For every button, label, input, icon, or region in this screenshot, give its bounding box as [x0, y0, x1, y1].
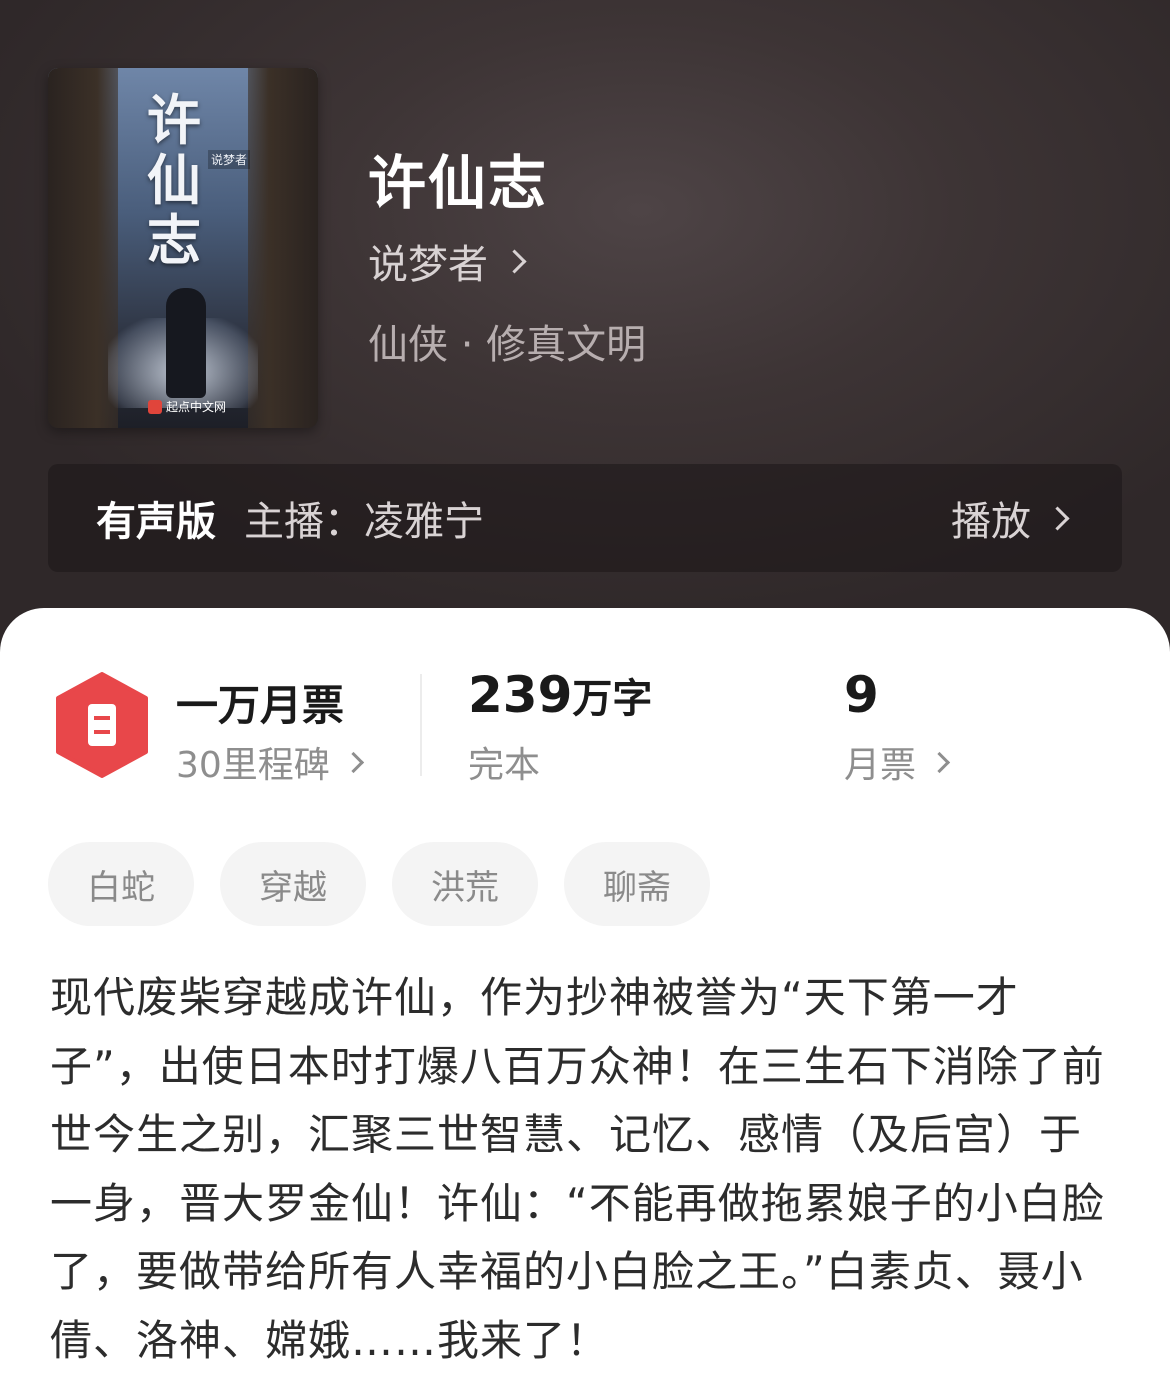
book-title: 许仙志 [368, 149, 549, 217]
audio-host: 主播：凌雅宁 [244, 499, 484, 545]
chevron-right-icon [928, 751, 951, 773]
tag-chip[interactable]: 聊斋 [564, 842, 710, 926]
word-count-unit: 万字 [572, 676, 653, 722]
ticket-badge-icon[interactable] [54, 672, 150, 778]
stat-divider [420, 674, 422, 776]
play-button[interactable]: 播放 [951, 489, 1070, 547]
audio-edition-label: 有声版 [96, 499, 216, 545]
author-name: 说梦者 [368, 242, 488, 288]
cover-author-text: 说梦者 [208, 150, 251, 169]
word-count: 239万字 [468, 666, 652, 724]
publisher-logo-icon [148, 399, 162, 414]
chevron-right-icon [1045, 505, 1070, 531]
milestones-text: 30里程碑 [176, 745, 330, 786]
cover-title-text: 许仙志 [147, 88, 201, 272]
cover-figure [166, 288, 206, 398]
audio-edition-bar[interactable]: 有声版 主播：凌雅宁 播放 [48, 464, 1122, 572]
cover-publisher: 起点中文网 [148, 398, 226, 415]
book-genre: 仙侠 · 修真文明 [368, 322, 647, 368]
monthly-tickets-label: 月票 [844, 745, 917, 786]
ticket-achievement-title: 一万月票 [176, 681, 345, 730]
tag-list: 白蛇 穿越 洪荒 聊斋 [48, 842, 710, 926]
book-synopsis[interactable]: 现代废柴穿越成许仙，作为抄神被誉为“天下第一才子”，出使日本时打爆八百万众神！在… [50, 964, 1120, 1375]
book-cover[interactable]: 许仙志 说梦者 起点中文网 [48, 68, 318, 428]
cover-publisher-text: 起点中文网 [166, 400, 227, 414]
book-detail-card: 一万月票 30里程碑 239万字 完本 9 月票 白蛇 穿越 洪荒 聊斋 现代废… [0, 608, 1170, 1396]
monthly-tickets-link[interactable]: 月票 [844, 736, 951, 788]
word-count-number: 239 [468, 666, 573, 724]
cover-gate-right [248, 68, 318, 428]
book-header: 许仙志 说梦者 起点中文网 许仙志 说梦者 仙侠 · 修真文明 有声版 主播：凌… [0, 0, 1170, 660]
milestones-link[interactable]: 30里程碑 [176, 736, 364, 788]
chevron-right-icon [502, 248, 527, 274]
play-label: 播放 [951, 499, 1031, 545]
monthly-tickets-count: 9 [844, 666, 879, 724]
tag-chip[interactable]: 白蛇 [48, 842, 194, 926]
chevron-right-icon [342, 751, 364, 773]
author-link[interactable]: 说梦者 [368, 232, 527, 290]
tag-chip[interactable]: 穿越 [220, 842, 366, 926]
tag-chip[interactable]: 洪荒 [392, 842, 538, 926]
completion-status: 完本 [468, 745, 541, 786]
